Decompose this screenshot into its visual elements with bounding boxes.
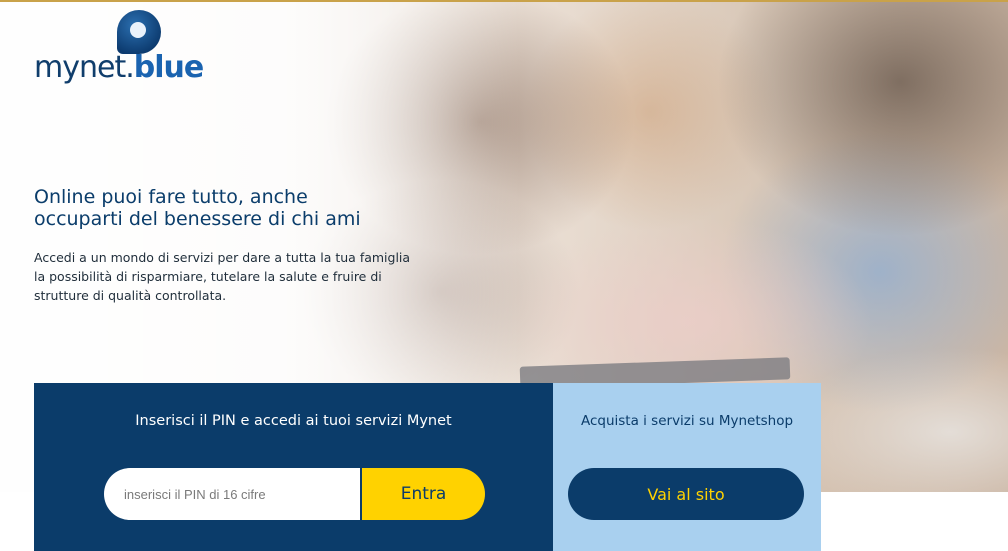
go-to-site-button[interactable]: Vai al sito	[568, 468, 804, 520]
shop-panel-title: Acquista i servizi su Mynetshop	[580, 413, 794, 429]
logo-wordmark: mynet.blue	[34, 50, 204, 85]
pin-input[interactable]	[104, 468, 360, 520]
hero-headline: Online puoi fare tutto, anche occuparti …	[34, 186, 361, 230]
shop-panel: Acquista i servizi su Mynetshop Vai al s…	[553, 383, 821, 551]
logo-text-part1: mynet.	[34, 50, 135, 85]
hero-subtext: Accedi a un mondo di servizi per dare a …	[34, 250, 411, 303]
brand-logo[interactable]: mynet.blue	[34, 6, 234, 96]
enter-button[interactable]: Entra	[362, 468, 485, 520]
pin-login-panel: Inserisci il PIN e accedi ai tuoi serviz…	[34, 383, 553, 551]
logo-speech-bubble-icon	[117, 10, 161, 54]
logo-text-part2: blue	[133, 50, 204, 85]
pin-panel-title: Inserisci il PIN e accedi ai tuoi serviz…	[135, 413, 452, 429]
